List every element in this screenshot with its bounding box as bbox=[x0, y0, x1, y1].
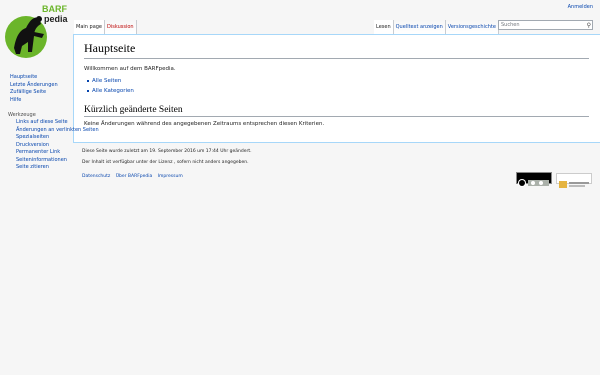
footer-lastmod: Diese Seite wurde zuletzt am 19. Septemb… bbox=[82, 149, 252, 154]
tab-view-source[interactable]: Quelltext anzeigen bbox=[393, 20, 446, 34]
login-link[interactable]: Anmelden bbox=[568, 4, 593, 10]
recent-changes-text: Keine Änderungen während des angegebenen… bbox=[84, 121, 325, 127]
sidebar-item-random-page[interactable]: Zufällige Seite bbox=[10, 89, 58, 95]
tab-discussion[interactable]: Diskussion bbox=[105, 20, 137, 34]
link-all-categories[interactable]: Alle Kategorien bbox=[92, 88, 134, 94]
logo-text-pedia: pedia bbox=[44, 14, 69, 24]
link-all-pages[interactable]: Alle Seiten bbox=[92, 78, 121, 84]
footer-license: Der Inhalt ist verfügbar unter der Lizen… bbox=[82, 160, 249, 165]
namespace-tabs: Main page Diskussion bbox=[74, 20, 137, 34]
tool-special-pages[interactable]: Spezialseiten bbox=[16, 134, 99, 140]
footer-links: Datenschutz Über BARFpedia Impressum bbox=[82, 174, 187, 179]
search-icon[interactable]: ⚲ bbox=[587, 21, 591, 30]
logo-text-barf: BARF bbox=[42, 4, 67, 14]
tool-what-links-here[interactable]: Links auf diese Seite bbox=[16, 119, 99, 125]
tools-heading[interactable]: Werkzeuge bbox=[8, 112, 36, 118]
sidebar-navigation: Hauptseite Letzte Änderungen Zufällige S… bbox=[10, 74, 58, 104]
tool-print-version[interactable]: Druckversion bbox=[16, 142, 99, 148]
view-tabs: Lesen Quelltext anzeigen Versionsgeschic… bbox=[374, 20, 499, 34]
page-title: Hauptseite bbox=[84, 41, 589, 59]
sidebar-item-main-page[interactable]: Hauptseite bbox=[10, 74, 58, 80]
tool-related-changes[interactable]: Änderungen an verlinkten Seiten bbox=[16, 127, 99, 133]
footer-link-imprint[interactable]: Impressum bbox=[158, 174, 183, 179]
footer-link-privacy[interactable]: Datenschutz bbox=[82, 174, 110, 179]
intro-text: Willkommen auf dem BARFpedia. bbox=[84, 66, 176, 72]
site-logo[interactable]: BARF pedia bbox=[4, 2, 74, 60]
sidebar-item-recent-changes[interactable]: Letzte Änderungen bbox=[10, 82, 58, 88]
link-list: Alle Seiten Alle Kategorien bbox=[87, 78, 134, 98]
footer-link-about[interactable]: Über BARFpedia bbox=[116, 174, 153, 179]
search-input[interactable]: Suchen ⚲ bbox=[498, 20, 593, 30]
search-placeholder: Suchen bbox=[501, 22, 520, 28]
tab-main-page[interactable]: Main page bbox=[74, 20, 106, 34]
tab-history[interactable]: Versionsgeschichte bbox=[445, 20, 499, 34]
content-area: Hauptseite Willkommen auf dem BARFpedia.… bbox=[73, 34, 600, 143]
mediawiki-icon[interactable] bbox=[556, 173, 592, 188]
recent-changes-heading: Kürzlich geänderte Seiten bbox=[84, 105, 589, 117]
barfpedia-logo-icon: BARF pedia bbox=[5, 4, 69, 58]
tab-read[interactable]: Lesen bbox=[374, 20, 394, 34]
sidebar-item-help[interactable]: Hilfe bbox=[10, 97, 58, 103]
cc-by-sa-icon[interactable] bbox=[516, 172, 552, 187]
